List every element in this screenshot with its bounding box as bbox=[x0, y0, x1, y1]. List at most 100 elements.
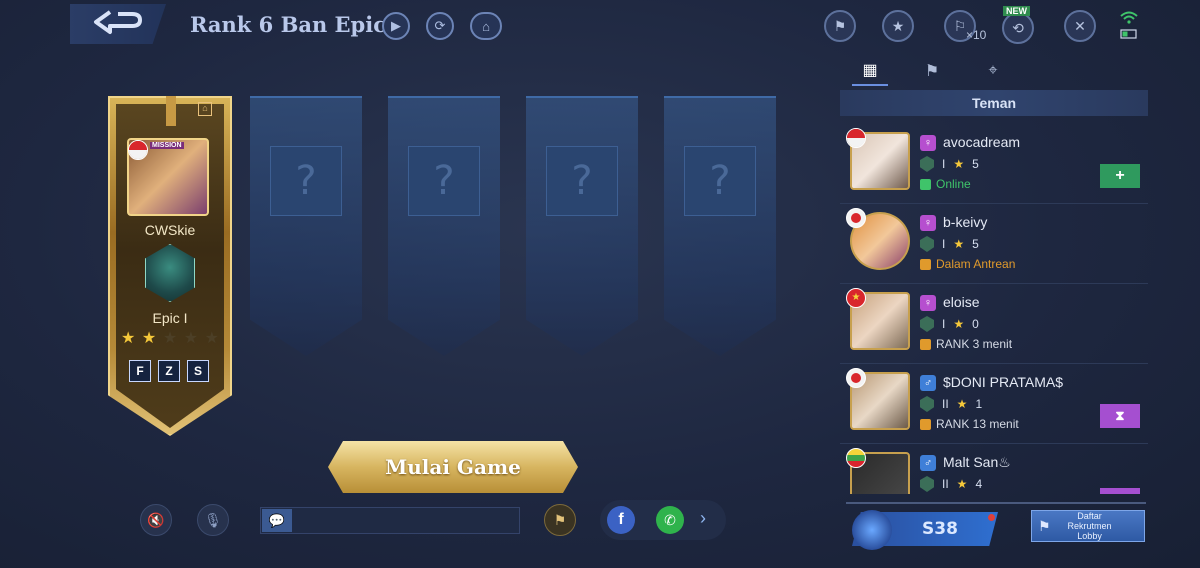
speaker-mute-icon[interactable]: 🔇 bbox=[140, 504, 172, 536]
shop-icon[interactable]: ⟲ bbox=[1002, 12, 1034, 44]
question-icon: ? bbox=[546, 146, 618, 216]
female-icon: ♀ bbox=[920, 135, 936, 151]
rank-shield-icon bbox=[920, 156, 934, 172]
star-icon: ★ bbox=[956, 397, 968, 411]
friend-row[interactable]: ♀ avocadream I ★ 5 Online + bbox=[840, 126, 1148, 204]
house-icon[interactable]: ⌂ bbox=[198, 102, 212, 116]
star-icon: ★ bbox=[956, 477, 968, 491]
friend-name: $DONI PRATAMA$ bbox=[943, 374, 1064, 390]
player-badges: F Z S bbox=[129, 360, 209, 382]
star-icon: ★ bbox=[953, 317, 965, 331]
whatsapp-icon[interactable]: ✆ bbox=[656, 506, 684, 534]
friend-rank: I ★ 5 bbox=[920, 156, 979, 172]
tab-location-icon[interactable]: ⌖ bbox=[975, 56, 1011, 86]
rank-shield-icon bbox=[920, 316, 934, 332]
star-icon: ★ bbox=[953, 157, 965, 171]
friend-name: eloise bbox=[943, 294, 980, 310]
rank-shield-icon bbox=[920, 476, 934, 492]
star-icon: ★ bbox=[953, 237, 965, 251]
mic-mute-icon[interactable]: 🎙 bbox=[197, 504, 229, 536]
male-icon: ♂ bbox=[920, 375, 936, 391]
play-icon[interactable]: ▶ bbox=[382, 12, 410, 40]
female-icon: ♀ bbox=[920, 215, 936, 231]
question-icon: ? bbox=[270, 146, 342, 216]
friend-rank: II ★ 4 bbox=[920, 476, 982, 492]
friend-row[interactable]: ★ ♀ eloise I ★ 0 RANK 3 menit bbox=[840, 286, 1148, 364]
recruit-label: Daftar Rekrutmen Lobby bbox=[1067, 511, 1112, 541]
wifi-battery-indicator bbox=[1120, 10, 1138, 40]
friend-status: Dalam Antrean bbox=[920, 257, 1015, 271]
hourglass-button[interactable] bbox=[1100, 488, 1140, 494]
star-icon: ★ bbox=[183, 330, 199, 347]
tab-all-icon[interactable]: ▦ bbox=[852, 56, 888, 86]
scrollbar-track[interactable] bbox=[846, 502, 1146, 504]
rank-shield-icon bbox=[920, 236, 934, 252]
friend-rank: I ★ 0 bbox=[920, 316, 979, 332]
page-title: Rank 6 Ban Epic bbox=[190, 12, 386, 37]
star-icon: ★ bbox=[204, 330, 219, 347]
collapse-icon[interactable]: ✕ bbox=[1064, 10, 1096, 42]
new-badge: NEW bbox=[1003, 6, 1030, 16]
star-icon: ★ bbox=[141, 330, 157, 347]
friend-status: Online bbox=[920, 177, 971, 191]
indonesia-flag-icon bbox=[128, 140, 148, 160]
chat-input[interactable] bbox=[260, 507, 520, 534]
star-icon: ★ bbox=[162, 330, 178, 347]
flag-icon[interactable]: ⚑ bbox=[824, 10, 856, 42]
invite-flag-icon[interactable]: ⚑ bbox=[544, 504, 576, 536]
friend-row[interactable]: ♂ Malt San♨ II ★ 4 bbox=[840, 446, 1148, 494]
myanmar-flag-icon bbox=[846, 448, 866, 468]
empty-slot[interactable]: ? bbox=[388, 96, 500, 356]
hourglass-button[interactable]: ⧗ bbox=[1100, 404, 1140, 428]
friend-status: RANK 13 menit bbox=[920, 417, 1019, 431]
start-game-button[interactable]: Mulai Game bbox=[328, 441, 578, 493]
empty-slot[interactable]: ? bbox=[250, 96, 362, 356]
queue-icon bbox=[920, 258, 931, 270]
empty-slot[interactable]: ? bbox=[664, 96, 776, 356]
chevron-right-icon[interactable]: › bbox=[700, 508, 706, 529]
avatar-tag: MISSION bbox=[150, 142, 184, 149]
star-shield-icon[interactable]: ★ bbox=[882, 10, 914, 42]
season-emblem-icon bbox=[852, 510, 892, 550]
empty-slot[interactable]: ? bbox=[526, 96, 638, 356]
friend-multiplier: ×10 bbox=[966, 28, 987, 42]
friend-name: Malt San♨ bbox=[943, 454, 1011, 470]
friend-name: b-keivy bbox=[943, 214, 988, 230]
friend-name: avocadream bbox=[943, 134, 1021, 150]
japan-flag-icon bbox=[846, 368, 866, 388]
friend-status: RANK 3 menit bbox=[920, 337, 1012, 351]
question-icon: ? bbox=[408, 146, 480, 216]
rank-shield-icon bbox=[920, 396, 934, 412]
add-friend-button[interactable]: + bbox=[1100, 164, 1140, 188]
back-button[interactable] bbox=[70, 4, 166, 44]
recruit-flag-icon: ⚑ bbox=[1038, 517, 1051, 534]
player-name: CWSkie bbox=[144, 222, 196, 238]
question-icon: ? bbox=[684, 146, 756, 216]
japan-flag-icon bbox=[846, 208, 866, 228]
home-dropdown-icon[interactable]: ⌂ bbox=[470, 12, 502, 40]
facebook-icon[interactable]: f bbox=[607, 506, 635, 534]
notification-dot bbox=[988, 514, 995, 521]
badge-icon[interactable]: Z bbox=[158, 360, 180, 382]
recruit-lobby-button[interactable]: ⚑ Daftar Rekrutmen Lobby bbox=[1031, 510, 1145, 542]
refresh-icon[interactable]: ⟳ bbox=[426, 12, 454, 40]
indonesia-flag-icon bbox=[846, 128, 866, 148]
vietnam-flag-icon: ★ bbox=[846, 288, 866, 308]
tab-guild-icon[interactable]: ⚑ bbox=[914, 56, 950, 86]
friend-rank: I ★ 5 bbox=[920, 236, 979, 252]
female-icon: ♀ bbox=[920, 295, 936, 311]
in-game-icon bbox=[920, 338, 931, 350]
in-game-icon bbox=[920, 418, 931, 430]
star-icon: ★ bbox=[121, 330, 136, 347]
badge-icon[interactable]: F bbox=[129, 360, 151, 382]
friend-row[interactable]: ♂ $DONI PRATAMA$ II ★ 1 RANK 13 menit ⧗ bbox=[840, 366, 1148, 444]
badge-icon[interactable]: S bbox=[187, 360, 209, 382]
chat-bubble-icon[interactable]: 💬 bbox=[262, 509, 292, 532]
male-icon: ♂ bbox=[920, 455, 936, 471]
rank-stars: ★ ★ ★ ★ ★ bbox=[121, 328, 219, 348]
friend-row[interactable]: ♀ b-keivy I ★ 5 Dalam Antrean bbox=[840, 206, 1148, 284]
friends-header: Teman bbox=[840, 90, 1148, 116]
friend-rank: II ★ 1 bbox=[920, 396, 982, 412]
player-rank: Epic I bbox=[152, 310, 188, 326]
wifi-icon bbox=[1120, 11, 1138, 39]
